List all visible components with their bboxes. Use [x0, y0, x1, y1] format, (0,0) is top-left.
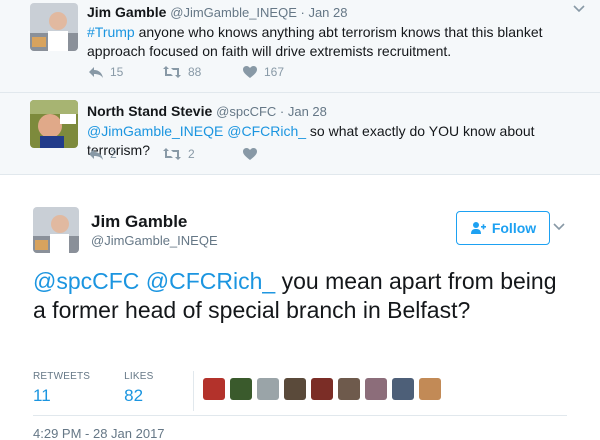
- tweet-north-stand-stevie: North Stand Stevie @spcCFC · Jan 28 @Jim…: [0, 93, 600, 175]
- liker-avatar[interactable]: [257, 378, 279, 400]
- reply-count: 15: [110, 65, 124, 79]
- mention-links[interactable]: @JimGamble_INEQE @CFCRich_: [87, 123, 306, 139]
- follow-user-icon: [470, 222, 486, 234]
- likes-value: 82: [124, 386, 144, 405]
- tweet-date[interactable]: Jan 28: [308, 5, 347, 20]
- tweet-header: North Stand Stevie @spcCFC · Jan 28: [87, 102, 560, 121]
- author-handle[interactable]: @spcCFC: [216, 104, 276, 119]
- main-tweet: Jim Gamble @JimGamble_INEQE Follow @spcC…: [0, 175, 600, 440]
- liker-avatar[interactable]: [392, 378, 414, 400]
- liker-avatar[interactable]: [311, 378, 333, 400]
- reply-icon: [89, 149, 103, 160]
- author-name[interactable]: Jim Gamble: [91, 212, 187, 232]
- liker-avatar[interactable]: [284, 378, 306, 400]
- liker-avatar[interactable]: [203, 378, 225, 400]
- like-button[interactable]: 167: [242, 65, 284, 79]
- tweet-date[interactable]: Jan 28: [288, 104, 327, 119]
- liker-avatars: [203, 378, 441, 400]
- liker-avatar[interactable]: [338, 378, 360, 400]
- chevron-down-icon[interactable]: [552, 220, 566, 234]
- tweet-stats: RETWEETS 11 LIKES 82: [33, 371, 188, 406]
- reply-count: 2: [110, 147, 117, 161]
- tweet-actions: 15 88 167: [88, 65, 284, 79]
- liker-avatar[interactable]: [365, 378, 387, 400]
- retweet-icon: [163, 66, 181, 78]
- follow-button[interactable]: Follow: [456, 211, 550, 245]
- stats-divider: [193, 371, 194, 411]
- like-button[interactable]: [242, 147, 264, 161]
- divider: [33, 415, 567, 416]
- tweet-text: @spcCFC @CFCRich_ you mean apart from be…: [33, 267, 573, 325]
- tweet-text: #Trump anyone who knows anything abt ter…: [87, 23, 560, 61]
- hashtag-link[interactable]: #Trump: [87, 24, 135, 40]
- retweet-button[interactable]: 88: [162, 65, 242, 79]
- retweets-label: RETWEETS: [33, 371, 91, 382]
- like-count: 167: [264, 65, 285, 79]
- chevron-down-icon[interactable]: [572, 2, 586, 16]
- author-name[interactable]: Jim Gamble: [87, 4, 166, 20]
- author-handle[interactable]: @JimGamble_INEQE: [91, 233, 218, 248]
- retweet-count: 88: [188, 65, 202, 79]
- heart-icon: [243, 148, 257, 160]
- tweet-timestamp[interactable]: 4:29 PM - 28 Jan 2017: [33, 426, 165, 440]
- liker-avatar[interactable]: [230, 378, 252, 400]
- reply-button[interactable]: 15: [88, 65, 162, 79]
- author-name[interactable]: North Stand Stevie: [87, 103, 212, 119]
- tweet-content: Jim Gamble @JimGamble_INEQE · Jan 28 #Tr…: [87, 3, 560, 61]
- liker-avatar[interactable]: [419, 378, 441, 400]
- follow-label: Follow: [491, 220, 537, 236]
- retweet-icon: [163, 148, 181, 160]
- tweet-actions: 2 2: [88, 147, 264, 161]
- reply-button[interactable]: 2: [88, 147, 162, 161]
- author-handle[interactable]: @JimGamble_INEQE: [170, 5, 297, 20]
- reply-icon: [89, 67, 103, 78]
- avatar[interactable]: [33, 207, 79, 253]
- tweet-jim-gamble: Jim Gamble @JimGamble_INEQE · Jan 28 #Tr…: [0, 0, 600, 93]
- mention-links[interactable]: @spcCFC @CFCRich_: [33, 268, 275, 294]
- heart-icon: [243, 66, 257, 78]
- tweet-body: anyone who knows anything abt terrorism …: [87, 24, 543, 59]
- retweet-button[interactable]: 2: [162, 147, 242, 161]
- avatar[interactable]: [30, 3, 78, 51]
- retweets-stat[interactable]: RETWEETS 11: [33, 371, 90, 406]
- likes-stat[interactable]: LIKES 82: [124, 371, 153, 406]
- date-separator: ·: [296, 5, 309, 20]
- retweet-count: 2: [188, 147, 195, 161]
- date-separator: ·: [276, 104, 288, 119]
- retweets-value: 11: [33, 386, 51, 405]
- tweet-header: Jim Gamble @JimGamble_INEQE · Jan 28: [87, 3, 560, 22]
- likes-label: LIKES: [124, 371, 154, 382]
- avatar[interactable]: [30, 100, 78, 148]
